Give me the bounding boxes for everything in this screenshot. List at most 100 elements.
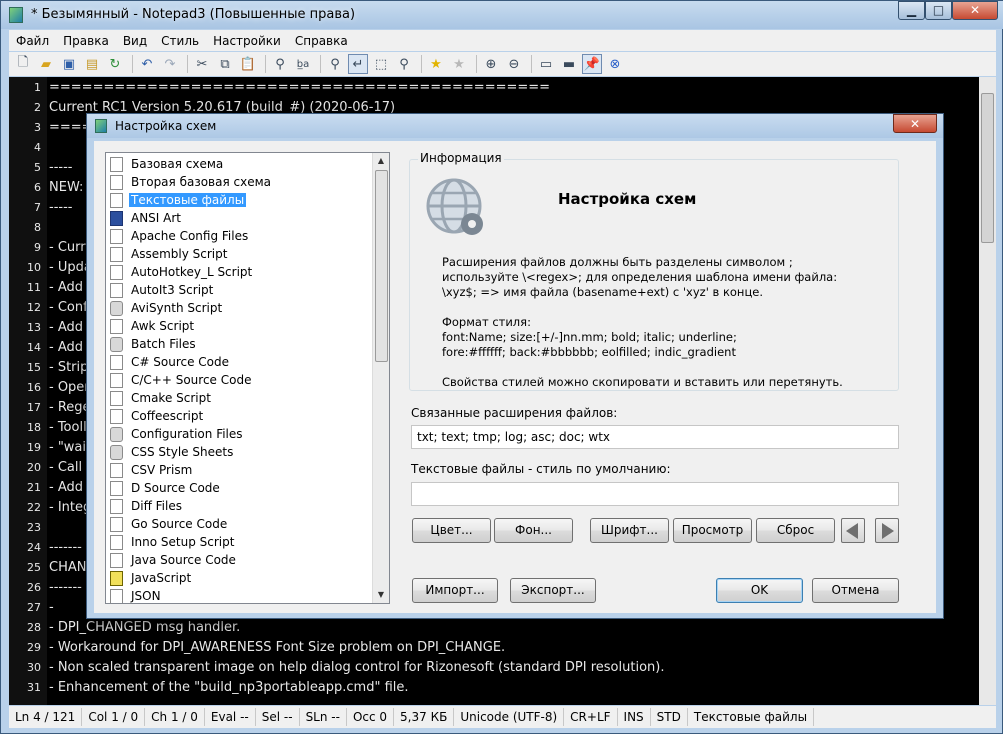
redo-icon[interactable]: ↷ [160,54,180,74]
scheme-list-item[interactable]: C# Source Code [110,353,231,371]
minimize-button[interactable]: ▁ [898,1,925,20]
cut-icon[interactable]: ✂ [192,54,212,74]
zoom-out-icon[interactable]: ⊖ [504,54,524,74]
open-folder-icon[interactable]: ▰ [36,54,56,74]
exit-icon[interactable]: ⊗ [605,54,625,74]
menu-item[interactable]: Справка [288,34,355,48]
scheme-label: Текстовые файлы [129,193,247,207]
paste-icon[interactable]: 📋 [238,54,258,74]
scheme-list-item[interactable]: Текстовые файлы [110,191,247,209]
info-text: Расширения файлов должны быть разделены … [442,255,793,269]
scheme-list-item[interactable]: D Source Code [110,479,222,497]
scheme-list-item[interactable]: Configuration Files [110,425,245,443]
copy-icon[interactable]: ⧉ [215,54,235,74]
zoom-find-icon[interactable]: ⚲ [394,54,414,74]
line-number: 22 [27,501,41,514]
close-window-button[interactable]: ✕ [952,1,998,20]
scheme-list-item[interactable]: Batch Files [110,335,198,353]
scheme-label: Базовая схема [131,157,224,171]
scheme-list[interactable]: Базовая схема Вторая базовая схема Текстов… [105,152,390,604]
menu-item[interactable]: Правка [56,34,116,48]
extensions-label: Связанные расширения файлов: [411,406,618,420]
scheme-list-item[interactable]: Go Source Code [110,515,229,533]
line-number: 12 [27,301,41,314]
status-field: Occ 0 [347,708,395,726]
line-number: 5 [34,161,41,174]
scroll-down-arrow-icon[interactable]: ▼ [373,587,389,603]
scheme-list-item[interactable]: Базовая схема [110,155,225,173]
file-icon [110,372,123,388]
code-line: - Call I [49,460,91,475]
status-field: STD [651,708,688,726]
menu-item[interactable]: Файл [9,34,56,48]
scheme-list-item[interactable]: JSON [110,587,163,603]
default-style-field[interactable] [411,482,899,506]
new-file-icon[interactable]: 🗋 [13,54,33,74]
scheme-icon[interactable]: ▭ [536,54,556,74]
file-icon [110,156,123,172]
export-button[interactable]: Экспорт... [510,578,596,603]
prev-scheme-button[interactable] [841,518,865,543]
arrow-right-icon [882,523,894,539]
reload-icon[interactable]: ↻ [105,54,125,74]
scheme-list-item[interactable]: Cmake Script [110,389,213,407]
globe-gear-icon [426,178,483,235]
editor-scrollbar[interactable] [979,77,996,705]
line-number: 1 [34,81,41,94]
scheme-list-item[interactable]: AviSynth Script [110,299,224,317]
zoom-in-icon[interactable]: ⊕ [481,54,501,74]
scheme-list-item[interactable]: Вторая базовая схема [110,173,273,191]
menu-item[interactable]: Стиль [154,34,206,48]
pin-icon[interactable]: 📌 [582,54,602,74]
line-number: 11 [27,281,41,294]
scheme-list-item[interactable]: AutoHotkey_L Script [110,263,254,281]
dialog-close-button[interactable]: ✕ [893,114,937,133]
import-button[interactable]: Импорт... [412,578,498,603]
scheme-list-item[interactable]: CSS Style Sheets [110,443,235,461]
preview-button[interactable]: Просмотр [673,518,752,543]
monitor-icon[interactable]: ▬ [559,54,579,74]
line-number: 3 [34,121,41,134]
line-number: 30 [27,661,41,674]
save-as-icon[interactable]: ▤ [82,54,102,74]
scheme-label: Go Source Code [131,517,228,531]
font-button[interactable]: Шрифт... [590,518,669,543]
scheme-list-item[interactable]: C/C++ Source Code [110,371,253,389]
file-icon [110,192,123,208]
scheme-list-item[interactable]: AutoIt3 Script [110,281,215,299]
scheme-list-item[interactable]: Assembly Script [110,245,229,263]
menu-item[interactable]: Вид [116,34,154,48]
goto-icon[interactable]: ⚲ [325,54,345,74]
scheme-list-item[interactable]: Java Source Code [110,551,238,569]
cancel-button[interactable]: Отмена [812,578,899,603]
background-button[interactable]: Фон... [494,518,573,543]
undo-icon[interactable]: ↶ [137,54,157,74]
color-button[interactable]: Цвет... [412,518,491,543]
favorite-star-icon[interactable]: ★ [426,54,446,74]
next-scheme-button[interactable] [875,518,899,543]
scheme-list-item[interactable]: Apache Config Files [110,227,250,245]
maximize-button[interactable]: □ [925,1,952,20]
scheme-list-item[interactable]: Awk Script [110,317,196,335]
scheme-list-scrollbar[interactable]: ▲ ▼ [372,153,389,603]
scheme-label: Cmake Script [131,391,211,405]
select-icon[interactable]: ⬚ [371,54,391,74]
scheme-list-item[interactable]: Inno Setup Script [110,533,236,551]
scheme-list-item[interactable]: Coffeescript [110,407,205,425]
add-favorite-icon[interactable]: ★ [449,54,469,74]
scheme-list-item[interactable]: CSV Prism [110,461,194,479]
scheme-list-item[interactable]: JavaScript [110,569,193,587]
extensions-field[interactable]: txt; text; tmp; log; asc; doc; wtx [411,425,899,449]
scheme-list-item[interactable]: Diff Files [110,497,184,515]
scheme-list-item[interactable]: ANSI Art [110,209,183,227]
replace-icon[interactable]: b̲a [293,54,313,74]
ok-button[interactable]: OK [716,578,803,603]
save-icon[interactable]: ▣ [59,54,79,74]
line-number: 24 [27,541,41,554]
scroll-up-arrow-icon[interactable]: ▲ [373,153,389,169]
scheme-settings-dialog: Настройка схем ✕ Базовая схема Вторая баз… [86,113,944,619]
menu-item[interactable]: Настройки [206,34,288,48]
find-icon[interactable]: ⚲ [270,54,290,74]
word-wrap-icon[interactable]: ↵ [348,54,368,74]
reset-button[interactable]: Сброс [756,518,835,543]
